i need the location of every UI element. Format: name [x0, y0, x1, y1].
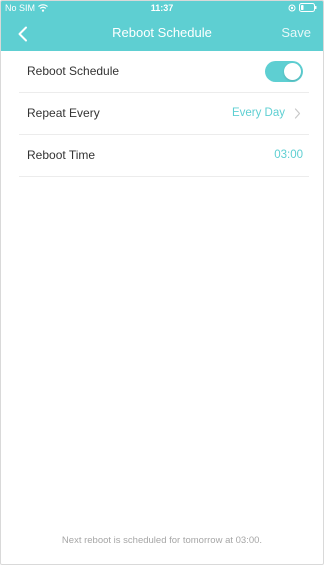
reboot-schedule-label: Reboot Schedule [27, 64, 120, 78]
page-title: Reboot Schedule [112, 25, 212, 40]
repeat-every-row[interactable]: Repeat Every Every Day [19, 93, 309, 135]
chevron-right-icon [294, 108, 301, 119]
repeat-every-value: Every Day [231, 107, 285, 119]
reboot-time-value: 03:00 [274, 149, 303, 161]
reboot-schedule-row: Reboot Schedule [19, 51, 309, 93]
next-reboot-note: Next reboot is scheduled for tomorrow at… [61, 535, 263, 546]
settings-list: Reboot Schedule Repeat Every Every Day R… [1, 51, 323, 177]
toggle-knob [284, 63, 301, 80]
save-button[interactable]: Save [281, 25, 311, 40]
status-indicators [288, 3, 317, 12]
lock-icon [288, 4, 296, 11]
reboot-time-label: Reboot Time [27, 148, 96, 162]
nav-bar: Reboot Schedule Save [1, 17, 323, 51]
header: No SIM 11:37 Reboot Schedule Save [1, 1, 323, 51]
battery-icon [299, 3, 317, 12]
reboot-schedule-toggle[interactable] [265, 61, 303, 82]
status-bar: No SIM 11:37 [1, 1, 323, 17]
repeat-every-label: Repeat Every [27, 106, 100, 120]
status-time: 11:37 [150, 3, 174, 13]
phone-screen: No SIM 11:37 Reboot Schedule Save Reboot… [0, 0, 324, 565]
reboot-time-row[interactable]: Reboot Time 03:00 [19, 135, 309, 177]
